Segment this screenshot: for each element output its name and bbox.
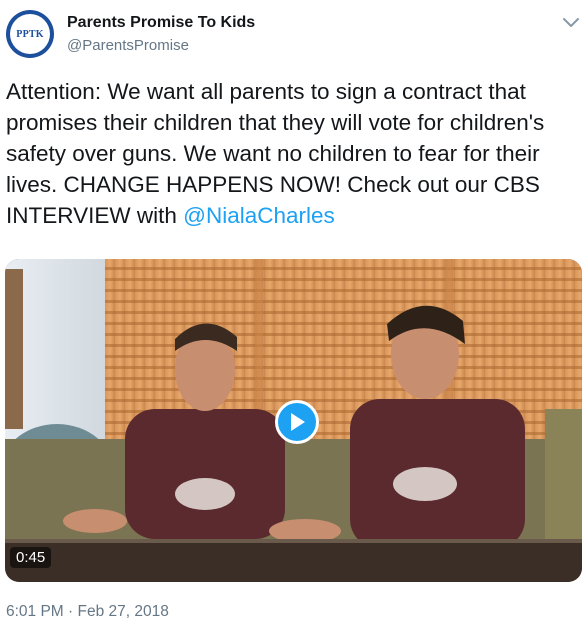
avatar-logo: PPTK: [10, 14, 50, 54]
author-display-name[interactable]: Parents Promise To Kids: [67, 14, 255, 32]
tweet-timestamp[interactable]: 6:01 PM · Feb 27, 2018: [6, 603, 169, 621]
avatar[interactable]: PPTK: [6, 10, 54, 58]
play-button[interactable]: [275, 400, 319, 444]
tweet-text: Attention: We want all parents to sign a…: [6, 76, 582, 231]
author-handle[interactable]: @ParentsPromise: [67, 37, 189, 54]
mention-link[interactable]: @NialaCharles: [183, 203, 335, 228]
video-duration: 0:45: [10, 547, 52, 568]
video-player[interactable]: [5, 259, 582, 582]
play-icon: [291, 413, 305, 431]
chevron-down-icon[interactable]: [562, 16, 580, 30]
avatar-logo-text: PPTK: [16, 28, 44, 40]
